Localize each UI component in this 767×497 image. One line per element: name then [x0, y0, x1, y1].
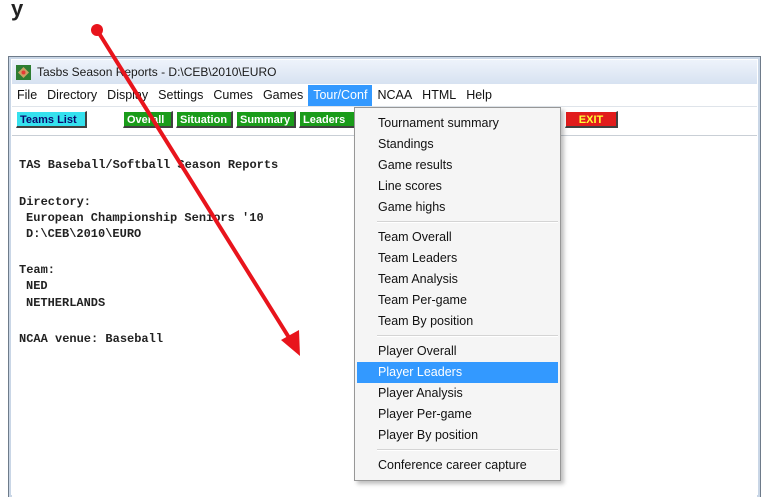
report-heading: TAS Baseball/Softball Season Reports — [19, 158, 279, 172]
menu-item-team-analysis[interactable]: Team Analysis — [357, 269, 558, 290]
menu-separator — [377, 221, 558, 223]
menu-item-game-highs[interactable]: Game highs — [357, 197, 558, 218]
app-baseball-icon — [16, 64, 31, 80]
menu-item-tournament-summary[interactable]: Tournament summary — [357, 113, 558, 134]
menu-separator — [377, 335, 558, 337]
menu-item-team-leaders[interactable]: Team Leaders — [357, 248, 558, 269]
menu-html[interactable]: HTML — [417, 85, 461, 106]
menu-file[interactable]: File — [12, 85, 42, 106]
page-background: y — [0, 0, 767, 55]
tour-conf-dropdown: Tournament summary Standings Game result… — [354, 107, 561, 481]
menu-item-team-by-position[interactable]: Team By position — [357, 311, 558, 332]
menu-separator — [377, 449, 558, 451]
menu-directory[interactable]: Directory — [42, 85, 102, 106]
overall-button[interactable]: Overall — [123, 111, 173, 128]
menu-ncaa[interactable]: NCAA — [372, 85, 417, 106]
summary-button[interactable]: Summary — [236, 111, 296, 128]
directory-name: European Championship Seniors '10 — [26, 211, 264, 225]
menu-item-player-overall[interactable]: Player Overall — [357, 341, 558, 362]
menu-item-player-leaders[interactable]: Player Leaders — [357, 362, 558, 383]
ncaa-venue: NCAA venue: Baseball — [19, 332, 164, 346]
directory-path: D:\CEB\2010\EURO — [26, 227, 142, 241]
team-code: NED — [26, 279, 48, 293]
situation-button[interactable]: Situation — [176, 111, 233, 128]
exit-button[interactable]: EXIT — [565, 111, 618, 128]
leaders-button[interactable]: Leaders — [299, 111, 357, 128]
menu-item-team-per-game[interactable]: Team Per-game — [357, 290, 558, 311]
title-bar[interactable]: Tasbs Season Reports - D:\CEB\2010\EURO — [12, 60, 757, 84]
menu-item-game-results[interactable]: Game results — [357, 155, 558, 176]
menu-help[interactable]: Help — [461, 85, 497, 106]
menu-display[interactable]: Display — [102, 85, 153, 106]
menu-cumes[interactable]: Cumes — [208, 85, 258, 106]
team-label: Team: — [19, 263, 56, 277]
menu-item-conference-career-capture[interactable]: Conference career capture — [357, 455, 558, 476]
menu-item-team-overall[interactable]: Team Overall — [357, 227, 558, 248]
menu-settings[interactable]: Settings — [153, 85, 208, 106]
teams-list-button[interactable]: Teams List — [16, 111, 87, 128]
menu-item-player-per-game[interactable]: Player Per-game — [357, 404, 558, 425]
team-name: NETHERLANDS — [26, 296, 106, 310]
menu-bar: File Directory Display Settings Cumes Ga… — [12, 85, 757, 107]
menu-games[interactable]: Games — [258, 85, 308, 106]
menu-item-line-scores[interactable]: Line scores — [357, 176, 558, 197]
text-fragment: y — [11, 0, 24, 21]
window-title: Tasbs Season Reports - D:\CEB\2010\EURO — [37, 65, 277, 79]
directory-label: Directory: — [19, 195, 92, 209]
menu-item-player-by-position[interactable]: Player By position — [357, 425, 558, 446]
menu-item-player-analysis[interactable]: Player Analysis — [357, 383, 558, 404]
menu-item-standings[interactable]: Standings — [357, 134, 558, 155]
menu-tour-conf[interactable]: Tour/Conf — [308, 85, 373, 106]
